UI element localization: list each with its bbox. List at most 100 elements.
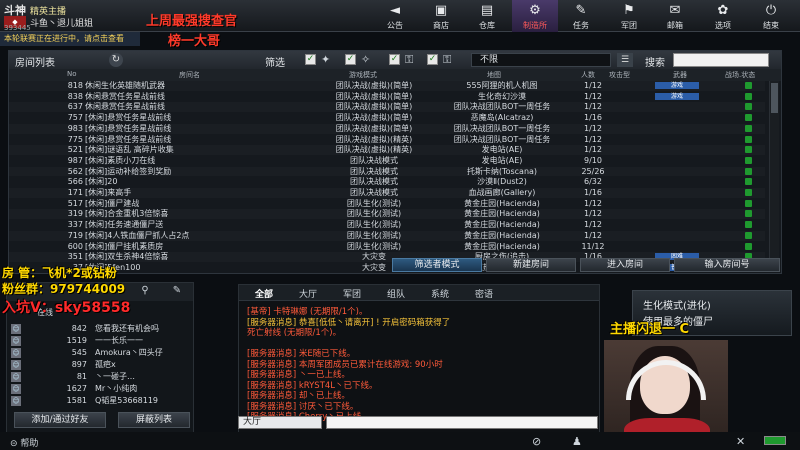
join-arrow-icon[interactable] (745, 146, 752, 154)
table-row[interactable]: 562 [休闲]运动补给签到奖励 团队决战模式 托斯卡纳(Toscana) 25/26 (9, 167, 765, 177)
chat-tab[interactable]: 军团 (331, 287, 373, 300)
megaphone-icon: ◄ (390, 3, 400, 18)
search-input[interactable] (673, 53, 769, 67)
enter-room-number-button[interactable]: 输入房间号 (674, 258, 780, 272)
table-row[interactable]: 987 [休闲]素质小刀在线 团队决战模式 发电站(AE) 9/10 (9, 156, 765, 166)
join-arrow-icon[interactable] (745, 103, 752, 111)
filter-label: 筛选 (265, 58, 285, 69)
filter-checkbox-1[interactable]: ✓ (305, 54, 316, 65)
room-mode: 团队决战模式 (350, 166, 398, 176)
join-arrow-icon[interactable] (745, 167, 752, 175)
chat-input[interactable] (326, 416, 598, 429)
nav-mail[interactable]: ✉ 邮箱 (652, 0, 698, 32)
chat-tab[interactable]: 大厅 (287, 287, 329, 300)
chat-message: [服务器消息] 米E随已下线。 (247, 349, 356, 359)
join-arrow-icon[interactable] (745, 231, 752, 239)
table-row[interactable]: 566 [休闲]20 团队决战模式 沙漠Ⅱ(Dust2) 6/32 (9, 177, 765, 187)
join-arrow-icon[interactable] (745, 156, 752, 164)
close-icon[interactable]: ✕ (736, 435, 745, 448)
table-row[interactable]: 319 [休闲]合金重机3倍惊喜 团队生化(测试) 黄金庄园(Hacienda) 1/1… (9, 209, 765, 219)
chat-tab[interactable]: 全部 (243, 287, 285, 300)
chat-tab[interactable]: 组队 (375, 287, 417, 300)
nav-clan[interactable]: ⚑ 军团 (606, 0, 652, 32)
chat-tab[interactable]: 系统 (419, 287, 461, 300)
person-icon[interactable]: ♟ (572, 435, 582, 448)
join-arrow-icon[interactable] (745, 114, 752, 122)
table-row[interactable]: 757 [休闲]悬赏任务星战前线 团队决战(虚拟)(简单) 恶魔岛(Alcatraz)… (9, 113, 765, 123)
col-map[interactable]: 地图 (487, 70, 501, 80)
refresh-icon[interactable]: ↻ (109, 53, 123, 67)
friend-name: 您看我还有机会吗 (95, 324, 159, 333)
col-status[interactable]: 战场.状态 (725, 70, 755, 80)
marquee-banner[interactable]: 本轮联赛正在进行中，请点击查看 (0, 32, 140, 46)
list-item[interactable]: ☺ 81 丶一碰子… (11, 371, 191, 383)
join-arrow-icon[interactable] (745, 199, 752, 207)
enter-room-button[interactable]: 进入房间 (580, 258, 670, 272)
friend-edit-icon[interactable]: ✎ (157, 285, 197, 299)
table-row[interactable]: 171 [休闲]来高手 团队决战模式 血战画廊(Gallery) 1/16 (9, 188, 765, 198)
chat-tab[interactable]: 密语 (463, 287, 505, 300)
table-row[interactable]: 517 [休闲]僵尸建战 团队生化(测试) 黄金庄园(Hacienda) 1/12 (9, 199, 765, 209)
room-number: 562 (67, 166, 83, 176)
block-list-button[interactable]: 屏蔽列表 (118, 412, 190, 428)
nav-warehouse[interactable]: ▤ 仓库 (464, 0, 510, 32)
help-link[interactable]: ⊝ 帮助 (10, 436, 38, 449)
scroll-thumb[interactable] (771, 83, 778, 113)
nav-label: 军团 (621, 21, 637, 30)
table-row[interactable]: 719 [休闲]4人铁血僵尸抓人占2点 团队生化(测试) 黄金庄园(Hacienda)… (9, 231, 765, 241)
filter-mode-button[interactable]: 筛选者模式 (392, 258, 482, 272)
table-row[interactable]: 838 休闲悬赏任务星战前线 团队决战(虚拟)(简单) 生化奇幻沙漠 1/12 游戏 (9, 92, 765, 102)
nav-megaphone[interactable]: ◄ 公告 (372, 0, 418, 32)
list-item[interactable]: ☺ 545 Amokura丶四头仔 (11, 347, 191, 359)
promo-line-2: 榜一大哥 (168, 34, 221, 49)
add-friend-button[interactable]: 添加/通过好友 (14, 412, 106, 428)
join-arrow-icon[interactable] (745, 210, 752, 218)
list-view-icon[interactable]: ☰ (617, 53, 633, 67)
room-scrollbar[interactable] (769, 81, 779, 271)
join-arrow-icon[interactable] (745, 135, 752, 143)
nav-shop[interactable]: ▣ 商店 (418, 0, 464, 32)
col-no[interactable]: No (67, 70, 77, 78)
col-weapon[interactable]: 武器 (673, 70, 687, 80)
join-arrow-icon[interactable] (745, 124, 752, 132)
table-row[interactable]: 337 [休闲]任务速通僵尸送 团队生化(测试) 黄金庄园(Hacienda) 1/12 (9, 220, 765, 230)
compass-icon[interactable]: ⊘ (532, 435, 541, 448)
join-arrow-icon[interactable] (745, 92, 752, 100)
list-item[interactable]: ☺ 842 您看我还有机会吗 (11, 323, 191, 335)
table-row[interactable]: 983 [休闲]悬赏任务星战前线 团队决战(虚拟)(简单) 团队决战团队BOT一周任务… (9, 124, 765, 134)
table-row[interactable]: 521 [休闲]谜语乱 高碎片收集 团队决战(虚拟)(精英) 发电站(AE) 1/12 (9, 145, 765, 155)
join-arrow-icon[interactable] (745, 178, 752, 186)
player-card[interactable]: 斗神 ◆ 精英主播 斗鱼丶退儿姐姐 393445 (0, 0, 135, 32)
col-count[interactable]: 人数 (581, 70, 595, 80)
join-arrow-icon[interactable] (745, 189, 752, 196)
list-item[interactable]: ☺ 1627 Mr丶小纯肉 (11, 383, 191, 395)
list-item[interactable]: ☺ 1581 Q韬星53668119 (11, 395, 191, 407)
join-arrow-icon[interactable] (745, 242, 752, 250)
room-name: [休闲]20 (85, 177, 118, 187)
filter-checkbox-2[interactable]: ✓ (345, 54, 356, 65)
filter-checkbox-4[interactable]: ✓ (427, 54, 438, 65)
room-status-tag: 游戏 (655, 92, 699, 100)
table-row[interactable]: 775 [休闲]悬赏任务星战前线 团队决战(虚拟)(精英) 团队决战团队BOT一周任务… (9, 135, 765, 145)
nav-settings[interactable]: ✿ 选项 (700, 0, 746, 32)
col-attack[interactable]: 攻击型 (609, 70, 630, 80)
col-name[interactable]: 房间名 (179, 70, 200, 80)
list-item[interactable]: ☺ 897 孤疤x (11, 359, 191, 371)
filter-checkbox-3[interactable]: ✓ (389, 54, 400, 65)
join-arrow-icon[interactable] (745, 221, 752, 229)
friend-avatar-icon: ☺ (11, 324, 21, 334)
table-row[interactable]: 818 休闲生化英雄随机武器 团队决战(虚拟)(简单) 555阿狸的机人机图 1/12 游… (9, 81, 765, 91)
chat-channel-select[interactable]: 大厅 (238, 416, 322, 429)
nav-task[interactable]: ✎ 任务 (558, 0, 604, 32)
table-row[interactable]: 637 休闲悬赏任务星战前线 团队决战(虚拟)(简单) 团队决战团队BOT一周任务 1/… (9, 102, 765, 112)
table-row[interactable]: 600 [休闲]僵尸挂机素质房 团队生化(测试) 黄金庄园(Hacienda) 11/1… (9, 242, 765, 252)
nav-workshop[interactable]: ⚙ 制造所 (512, 0, 558, 32)
col-mode[interactable]: 游戏模式 (349, 70, 377, 80)
mode-select[interactable]: 不限 (471, 53, 611, 67)
new-room-button[interactable]: 新建房间 (486, 258, 576, 272)
nav-power[interactable]: ⏻ 结束 (748, 0, 794, 32)
list-item[interactable]: ☺ 1519 一一长乐一一 (11, 335, 191, 347)
join-arrow-icon[interactable] (745, 82, 752, 89)
friend-avatar-icon: ☺ (11, 384, 21, 394)
shop-icon: ▣ (434, 3, 448, 18)
